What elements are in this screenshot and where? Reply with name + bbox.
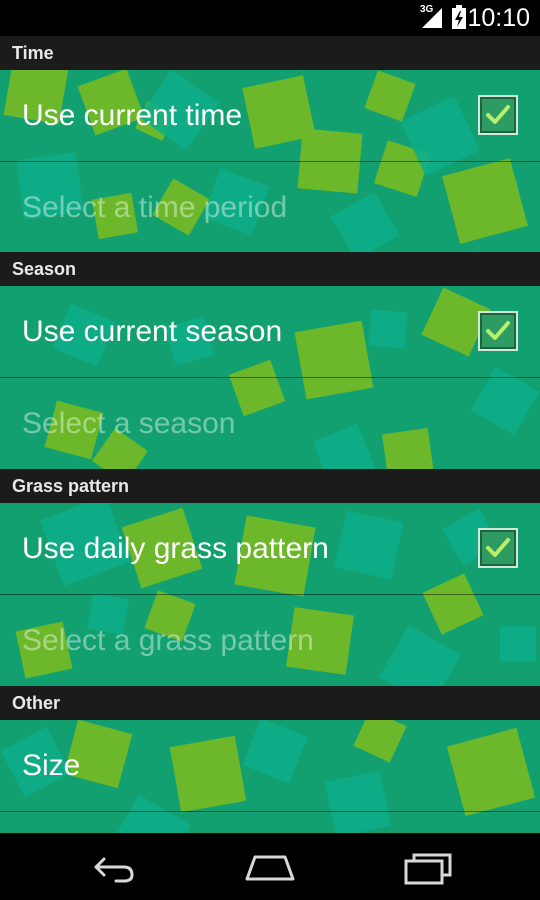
status-bar: 3G 10:10 xyxy=(0,0,540,36)
pref-use-current-time[interactable]: Use current time xyxy=(0,70,540,161)
checkmark-icon xyxy=(486,105,510,124)
preferences-list[interactable]: Time Use current time Select a time peri… xyxy=(0,36,540,833)
pref-use-daily-grass-pattern[interactable]: Use daily grass pattern xyxy=(0,503,540,594)
use-current-season-checkbox[interactable] xyxy=(478,311,518,351)
battery-charging-icon xyxy=(452,5,466,29)
checkmark-icon xyxy=(486,321,510,340)
pref-label: Size xyxy=(22,749,81,782)
pref-label: Use daily grass pattern xyxy=(22,532,329,565)
pref-label: Select a season xyxy=(22,407,236,440)
pref-label: Select a grass pattern xyxy=(22,624,314,657)
home-icon[interactable] xyxy=(243,847,297,887)
pref-size[interactable]: Size xyxy=(0,720,540,811)
pref-label: Use current season xyxy=(22,315,283,348)
pref-select-grass-pattern[interactable]: Select a grass pattern xyxy=(0,595,540,686)
checkmark-icon xyxy=(486,538,510,557)
pref-select-season[interactable]: Select a season xyxy=(0,378,540,469)
signal-icon xyxy=(422,8,442,28)
pref-label: Select a time period xyxy=(22,191,288,224)
pref-label: Use current time xyxy=(22,99,243,132)
row-divider xyxy=(0,811,540,812)
section-header-time: Time xyxy=(0,36,540,70)
pref-select-time-period[interactable]: Select a time period xyxy=(0,162,540,253)
use-current-time-checkbox[interactable] xyxy=(478,95,518,135)
use-daily-grass-pattern-checkbox[interactable] xyxy=(478,528,518,568)
section-header-other: Other xyxy=(0,686,540,720)
pref-use-current-season[interactable]: Use current season xyxy=(0,286,540,377)
status-clock: 10:10 xyxy=(467,4,530,32)
navigation-bar xyxy=(0,833,540,900)
section-header-season: Season xyxy=(0,252,540,286)
back-icon[interactable] xyxy=(88,847,138,887)
section-header-grass-pattern: Grass pattern xyxy=(0,469,540,503)
recent-apps-icon[interactable] xyxy=(402,847,456,887)
